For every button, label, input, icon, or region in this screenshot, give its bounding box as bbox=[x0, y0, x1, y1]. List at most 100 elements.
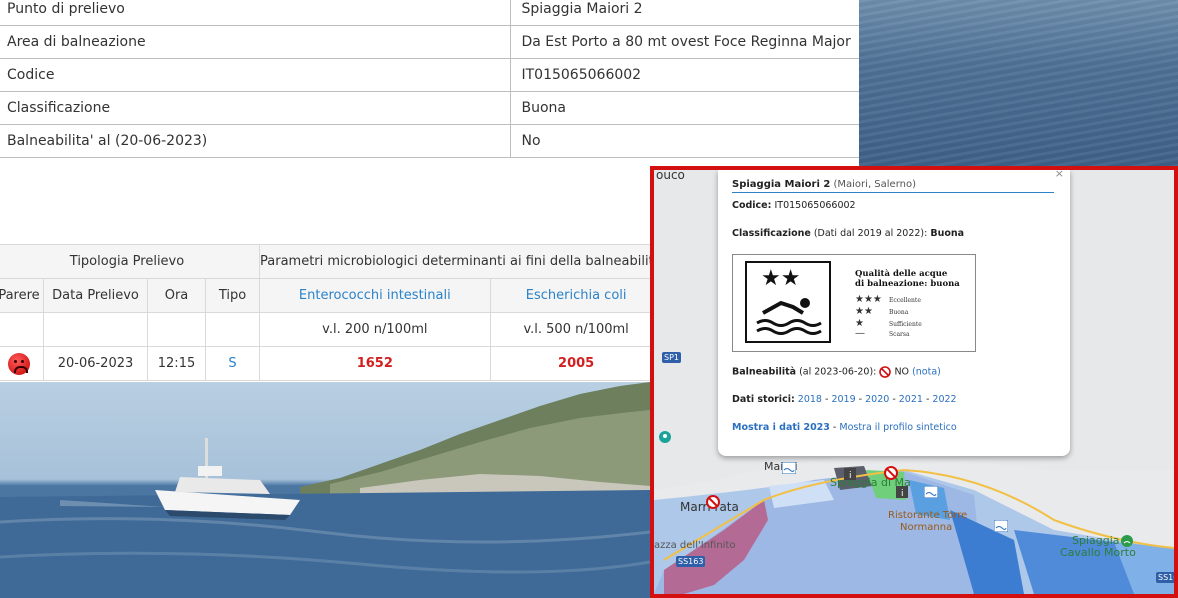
beach-info-table: Punto di prelievo Spiaggia Maiori 2 Area … bbox=[0, 0, 859, 158]
info-key: Codice bbox=[0, 58, 511, 92]
quality-badge: ★★ Qualità delle acque di balneazione: b… bbox=[732, 254, 976, 352]
legend-poor: — Scarsa bbox=[855, 328, 910, 339]
coast-boat-photo bbox=[0, 382, 650, 598]
limit-escherichia: v.l. 500 n/100ml bbox=[489, 312, 663, 347]
group-header-parametri: Parametri microbiologici determinanti ai… bbox=[259, 244, 663, 279]
table-row: Area di balneazione Da Est Porto a 80 mt … bbox=[0, 25, 859, 59]
table-row: Balneabilita' al (20-06-2023) No bbox=[0, 124, 859, 158]
beach-pin-icon[interactable] bbox=[1120, 534, 1134, 548]
col-ora: Ora bbox=[147, 278, 206, 313]
sad-face-icon bbox=[8, 352, 30, 375]
popup-beach-name: Spiaggia Maiori 2 bbox=[732, 179, 831, 190]
no-swimming-icon bbox=[879, 366, 892, 378]
popup-balneabilita-row: Balneabilità (al 2023-06-20): NO (nota) bbox=[732, 366, 941, 378]
escherichia-value: 2005 bbox=[489, 346, 663, 381]
col-tipo: Tipo bbox=[205, 278, 260, 313]
close-icon[interactable]: × bbox=[1055, 170, 1064, 180]
road-badge-ss16: SS16 bbox=[1156, 572, 1174, 583]
balne-label: Balneabilità bbox=[732, 366, 797, 378]
balne-note: (al 2023-06-20): bbox=[799, 366, 877, 378]
beach-info-popup: × Spiaggia Maiori 2 (Maiori, Salerno) Co… bbox=[718, 170, 1070, 456]
data-prelievo-cell: 20-06-2023 bbox=[43, 346, 148, 381]
info-key: Classificazione bbox=[0, 91, 511, 125]
col-escherichia-link[interactable]: Escherichia coli bbox=[489, 278, 663, 313]
svg-text:i: i bbox=[901, 489, 904, 498]
class-note: (Dati dal 2019 al 2022): bbox=[813, 228, 928, 239]
legend-excellent: ★★★ Eccellente bbox=[855, 294, 921, 305]
class-label: Classificazione bbox=[732, 228, 811, 239]
year-link-2018[interactable]: 2018 bbox=[798, 394, 822, 405]
popup-location: (Maiori, Salerno) bbox=[833, 179, 917, 190]
legend-text: Buona bbox=[889, 309, 909, 316]
legend-text: Eccellente bbox=[889, 297, 921, 304]
year-link-2022[interactable]: 2022 bbox=[932, 394, 956, 405]
map-label-azza: azza dell'Infinito bbox=[654, 540, 736, 551]
info-marker-icon[interactable]: i bbox=[896, 486, 908, 498]
col-parere: Parere bbox=[0, 278, 44, 313]
svg-text:★★: ★★ bbox=[761, 266, 800, 291]
road-badge-ss163: SS163 bbox=[676, 556, 706, 567]
class-value: Buona bbox=[930, 228, 965, 239]
legend-stars: ★ bbox=[855, 318, 864, 329]
swim-marker-icon[interactable] bbox=[924, 486, 938, 498]
location-pin-icon[interactable] bbox=[658, 430, 672, 444]
col-data-prelievo: Data Prelievo bbox=[43, 278, 148, 313]
info-marker-icon[interactable]: i bbox=[844, 468, 856, 480]
table-row: Punto di prelievo Spiaggia Maiori 2 bbox=[0, 0, 859, 26]
popup-actions-row: Mostra i dati 2023 - Mostra il profilo s… bbox=[732, 422, 957, 433]
info-value: No bbox=[510, 124, 859, 158]
swim-marker-icon[interactable] bbox=[994, 520, 1008, 532]
legend-good: ★★ Buona bbox=[855, 306, 909, 317]
year-link-2019[interactable]: 2019 bbox=[831, 394, 855, 405]
sea-photo-top bbox=[859, 0, 1178, 166]
legend-stars: ★★ bbox=[855, 306, 873, 317]
map-label-ristorante: Ristorante Torre bbox=[888, 510, 968, 521]
road-badge-sp1: SP1 bbox=[662, 352, 681, 363]
codice-value: IT015065066002 bbox=[774, 200, 856, 211]
limits-row: v.l. 200 n/100ml v.l. 500 n/100ml bbox=[0, 312, 663, 347]
no-swimming-icon[interactable] bbox=[706, 495, 720, 509]
info-value: Buona bbox=[510, 91, 859, 125]
col-enterococchi-link[interactable]: Enterococchi intestinali bbox=[259, 278, 491, 313]
nota-link[interactable]: (nota) bbox=[912, 367, 941, 378]
popup-storici-row: Dati storici: 2018 - 2019 - 2020 - 2021 … bbox=[732, 394, 957, 405]
popup-class-row: Classificazione (Dati dal 2019 al 2022):… bbox=[732, 228, 964, 239]
map-panel[interactable]: ouco SP1 Maiori Marri rata azza dell'Inf… bbox=[650, 166, 1178, 598]
codice-label: Codice: bbox=[732, 200, 772, 211]
info-key: Area di balneazione bbox=[0, 25, 511, 59]
sampling-table: Tipologia Prelievo Parametri microbiolog… bbox=[0, 244, 663, 381]
year-link-2020[interactable]: 2020 bbox=[865, 394, 889, 405]
table-row: Classificazione Buona bbox=[0, 91, 859, 125]
storici-label: Dati storici: bbox=[732, 394, 795, 405]
group-header-tipologia: Tipologia Prelievo bbox=[0, 244, 260, 279]
legend-text: Sufficiente bbox=[889, 321, 922, 328]
info-key: Balneabilita' al (20-06-2023) bbox=[0, 124, 511, 158]
popup-codice-row: Codice: IT015065066002 bbox=[732, 200, 856, 211]
quality-title: Qualità delle acque di balneazione: buon… bbox=[855, 269, 960, 289]
mostra-profilo-link[interactable]: Mostra il profilo sintetico bbox=[839, 422, 956, 433]
legend-text: Scarsa bbox=[889, 331, 910, 338]
legend-stars: ★★★ bbox=[855, 294, 882, 305]
enterococchi-value: 1652 bbox=[259, 346, 491, 381]
legend-sufficient: ★ Sufficiente bbox=[855, 318, 922, 329]
info-key: Punto di prelievo bbox=[0, 0, 511, 26]
table-row: Codice IT015065066002 bbox=[0, 58, 859, 92]
ora-cell: 12:15 bbox=[147, 346, 206, 381]
map-label-ouco: ouco bbox=[656, 168, 685, 182]
tipo-link[interactable]: S bbox=[205, 346, 260, 381]
mostra-dati-2023-link[interactable]: Mostra i dati 2023 bbox=[732, 422, 830, 433]
legend-stars: — bbox=[855, 328, 865, 339]
info-value: Da Est Porto a 80 mt ovest Foce Reginna … bbox=[510, 25, 859, 59]
quality-title-line1: Qualità delle acque bbox=[855, 269, 948, 279]
info-value: Spiaggia Maiori 2 bbox=[510, 0, 859, 26]
swimmer-icon: ★★ bbox=[756, 266, 822, 335]
quality-title-line2: di balneazione: buona bbox=[855, 279, 960, 289]
year-link-2021[interactable]: 2021 bbox=[899, 394, 923, 405]
map-label-normanna: Normanna bbox=[900, 522, 953, 533]
limit-enterococchi: v.l. 200 n/100ml bbox=[259, 312, 491, 347]
balne-value: NO bbox=[894, 366, 910, 378]
popup-title: Spiaggia Maiori 2 (Maiori, Salerno) bbox=[732, 179, 1054, 193]
swim-marker-icon[interactable] bbox=[782, 462, 796, 474]
no-swimming-marker-icon[interactable] bbox=[884, 466, 898, 480]
svg-text:i: i bbox=[849, 471, 852, 480]
